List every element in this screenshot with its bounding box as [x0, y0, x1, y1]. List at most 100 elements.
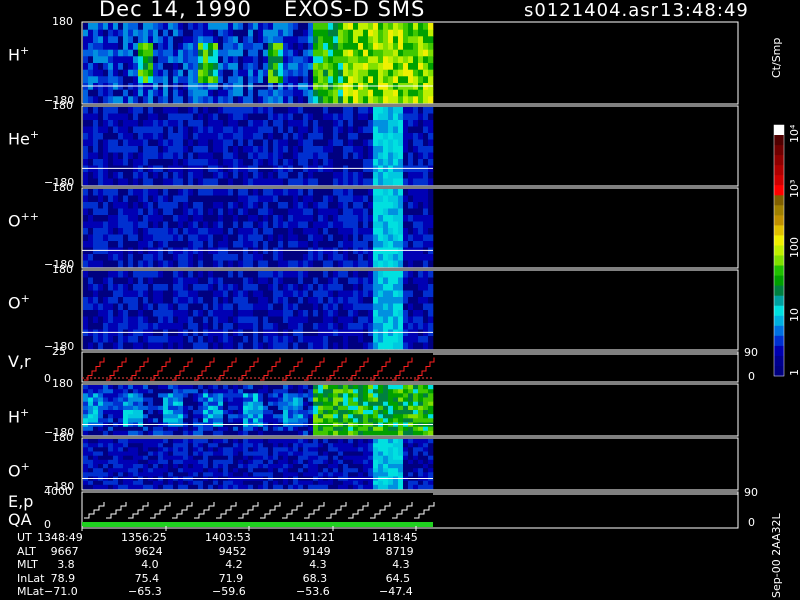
heatmap-cell [428, 63, 434, 70]
heatmap-cell [118, 96, 124, 104]
heatmap-cell [378, 426, 384, 432]
heatmap-cell [258, 310, 264, 317]
heatmap-cell [108, 397, 114, 402]
heatmap-cell [203, 120, 209, 127]
heatmap-cell [173, 451, 179, 456]
heatmap-cell [358, 202, 364, 209]
heatmap-cell [238, 23, 244, 30]
heatmap-cell [168, 303, 174, 311]
heatmap-cell [338, 316, 344, 324]
heatmap-cell [243, 439, 249, 444]
heatmap-cell [128, 310, 134, 317]
heatmap-cell [263, 405, 269, 411]
heatmap-cell [348, 23, 354, 30]
heatmap-cell [223, 146, 229, 153]
heatmap-cell [288, 310, 294, 317]
heatmap-cell [283, 228, 289, 235]
heatmap-cell [388, 418, 394, 423]
heatmap-cell [373, 89, 379, 97]
heatmap-cell [358, 455, 364, 461]
heatmap-cell [263, 459, 269, 465]
heatmap-cell [263, 221, 269, 229]
heatmap-cell [218, 397, 224, 402]
heatmap-cell [388, 323, 394, 330]
heatmap-cell [413, 202, 419, 209]
heatmap-cell [158, 159, 164, 166]
heatmap-cell [198, 189, 204, 196]
heatmap-cell [323, 418, 329, 423]
heatmap-cell [323, 451, 329, 456]
heatmap-cell [98, 228, 104, 235]
heatmap-cell [388, 297, 394, 304]
heatmap-cell [228, 430, 234, 436]
heatmap-cell [273, 152, 279, 160]
heatmap-cell [148, 323, 154, 330]
heatmap-cell [393, 290, 399, 298]
heatmap-cell [348, 126, 354, 134]
heatmap-cell [148, 389, 154, 394]
heatmap-cell [198, 418, 204, 423]
heatmap-cell [123, 484, 129, 490]
heatmap-cell [133, 389, 139, 394]
heatmap-cell [133, 29, 139, 37]
heatmap-cell [123, 189, 129, 196]
heatmap-cell [413, 96, 419, 104]
heatmap-cell [248, 195, 254, 203]
heatmap-cell [348, 120, 354, 127]
heatmap-cell [293, 443, 299, 448]
heatmap-cell [208, 172, 214, 179]
heatmap-cell [108, 303, 114, 311]
heatmap-cell [393, 284, 399, 291]
heatmap-cell [413, 284, 419, 291]
heatmap-cell [263, 480, 269, 486]
heatmap-cell [413, 36, 419, 44]
heatmap-cell [243, 69, 249, 77]
heatmap-cell [313, 310, 319, 317]
heatmap-cell [273, 464, 279, 469]
heatmap-cell [173, 310, 179, 317]
heatmap-cell [328, 430, 334, 436]
heatmap-cell [208, 480, 214, 486]
heatmap-cell [398, 271, 404, 278]
heatmap-cell [213, 178, 219, 186]
heatmap-cell [343, 36, 349, 44]
heatmap-cell [83, 139, 89, 147]
heatmap-cell [178, 208, 184, 216]
heatmap-cell [308, 468, 314, 473]
heatmap-cell [363, 401, 369, 407]
heatmap-cell [298, 464, 304, 469]
heatmap-cell [343, 221, 349, 229]
heatmap-cell [193, 336, 199, 343]
heatmap-cell [318, 63, 324, 70]
heatmap-cell [243, 159, 249, 166]
heatmap-cell [258, 480, 264, 486]
heatmap-cell [93, 447, 99, 452]
heatmap-cell [168, 439, 174, 444]
heatmap-cell [228, 76, 234, 84]
heatmap-cell [258, 418, 264, 423]
heatmap-cell [93, 297, 99, 304]
heatmap-cell [363, 195, 369, 203]
heatmap-cell [323, 221, 329, 229]
heatmap-cell [288, 159, 294, 166]
heatmap-cell [238, 418, 244, 423]
heatmap-cell [373, 385, 379, 390]
heatmap-cell [353, 455, 359, 461]
heatmap-cell [93, 49, 99, 57]
heatmap-cell [368, 63, 374, 70]
heatmap-cell [258, 439, 264, 444]
heatmap-cell [388, 303, 394, 311]
heatmap-cell [383, 430, 389, 436]
heatmap-cell [193, 439, 199, 444]
heatmap-cell [233, 43, 239, 50]
heatmap-cell [363, 76, 369, 84]
heatmap-cell [148, 241, 154, 248]
heatmap-cell [178, 96, 184, 104]
heatmap-cell [303, 342, 309, 350]
heatmap-cell [153, 342, 159, 350]
heatmap-cell [228, 464, 234, 469]
heatmap-cell [273, 484, 279, 490]
heatmap-cell [88, 228, 94, 235]
heatmap-cell [158, 107, 164, 114]
heatmap-cell [238, 260, 244, 268]
